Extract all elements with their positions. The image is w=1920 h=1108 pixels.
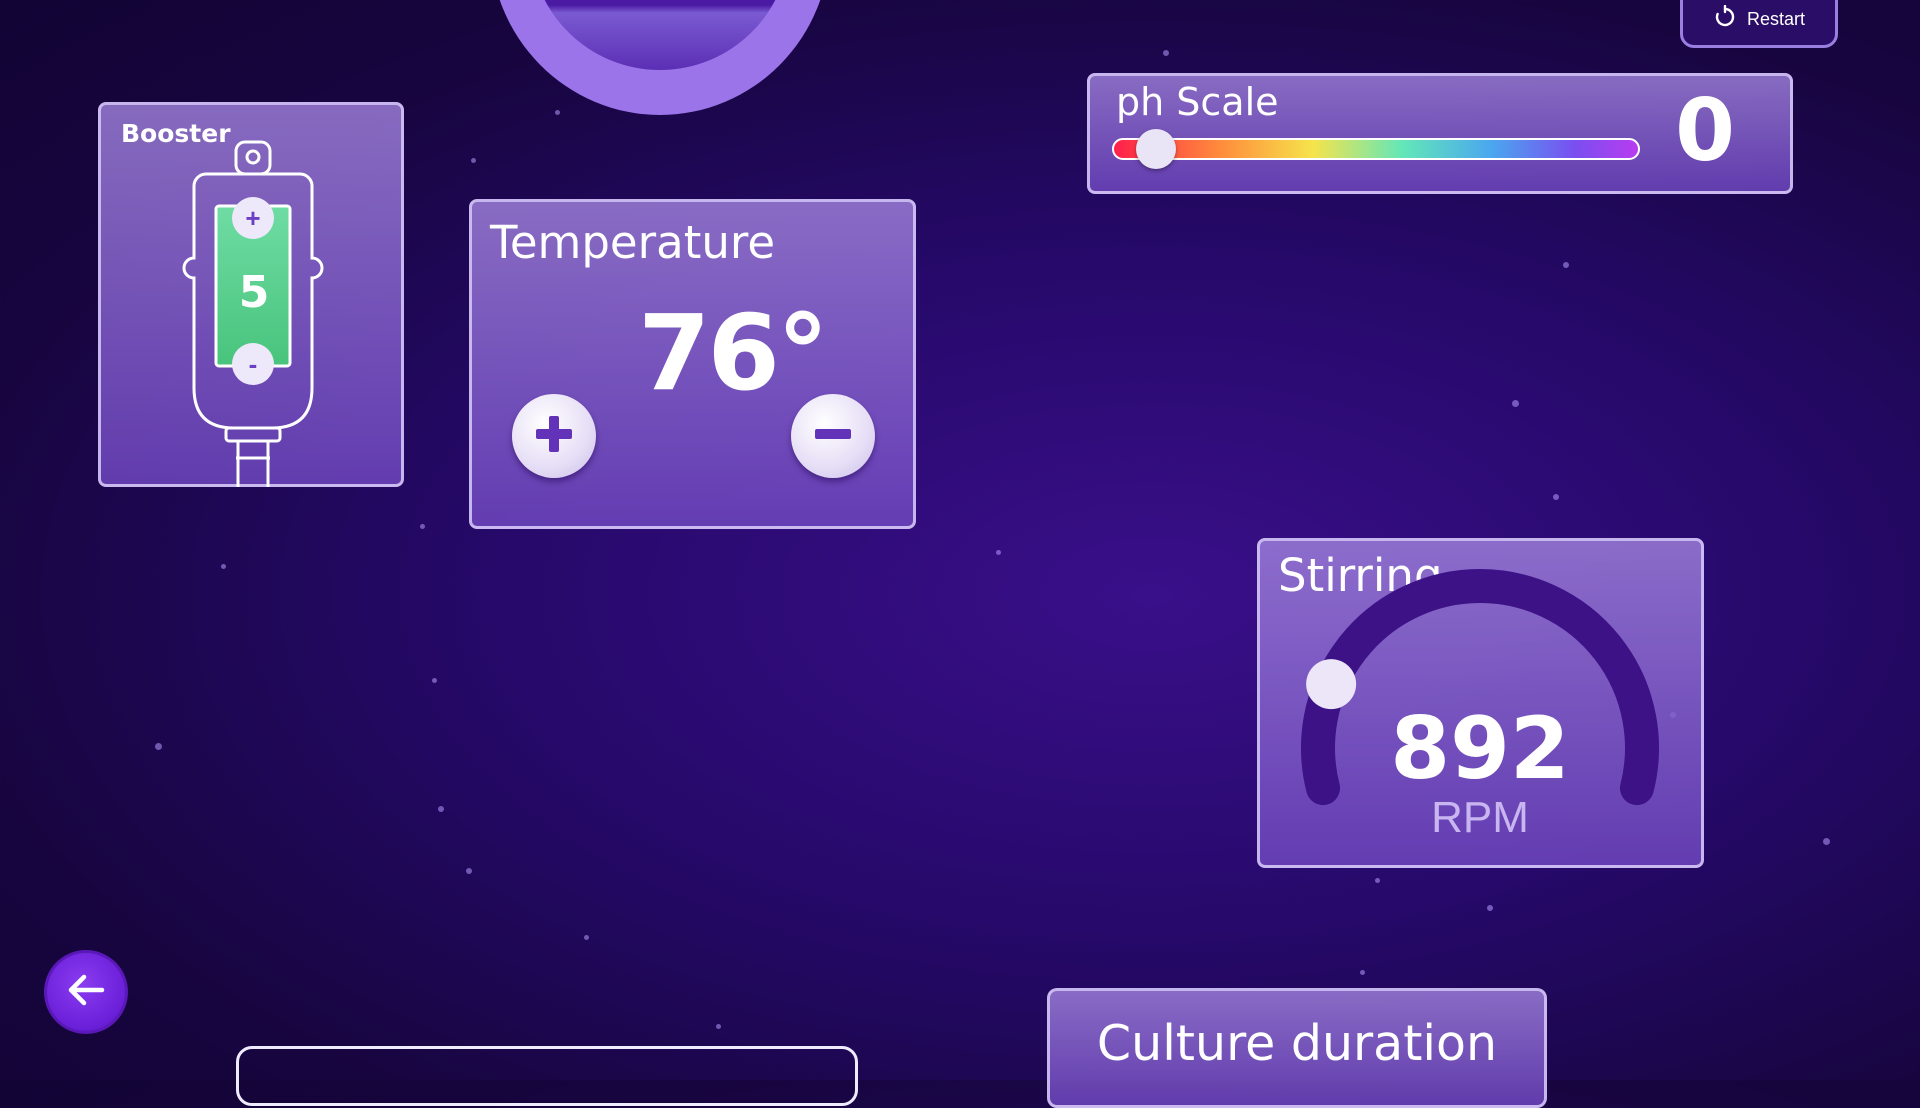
stirring-value: 892 [1390,699,1570,799]
ph-title: ph Scale [1116,80,1279,124]
booster-minus-label: - [248,348,258,379]
vessel-liquid [530,0,790,70]
booster-panel: Booster + 5 - [98,102,404,487]
arrow-left-icon [62,966,110,1019]
stirring-panel: Stirring 892 RPM [1257,538,1704,868]
booster-value: 5 [238,267,270,318]
restart-button[interactable]: Restart [1680,0,1838,48]
culture-duration-panel: Culture duration [1047,988,1547,1108]
minus-icon [811,412,855,461]
ph-slider-track[interactable] [1112,138,1640,160]
temperature-increase-button[interactable] [512,394,596,478]
ph-slider-thumb[interactable] [1135,129,1176,169]
temperature-decrease-button[interactable] [791,394,875,478]
back-button[interactable] [44,950,128,1034]
bottom-panel-outline [236,1046,858,1106]
booster-plus-button[interactable]: + [232,197,274,239]
temperature-panel: Temperature 76° [469,199,916,529]
restart-label: Restart [1746,8,1806,29]
booster-plus-label: + [245,202,261,233]
stirring-unit: RPM [1431,793,1529,842]
culture-duration-title: Culture duration [1096,1015,1498,1072]
ph-value: 0 [1675,81,1735,181]
plus-icon [532,412,576,461]
temperature-value: 76° [638,292,829,414]
ph-scale-panel: ph Scale 0 [1087,73,1793,194]
temperature-title: Temperature [490,216,776,269]
booster-minus-button[interactable]: - [232,343,274,385]
stirring-dial-thumb[interactable] [1306,659,1357,710]
refresh-icon [1713,4,1737,34]
culture-vessel [490,0,830,115]
